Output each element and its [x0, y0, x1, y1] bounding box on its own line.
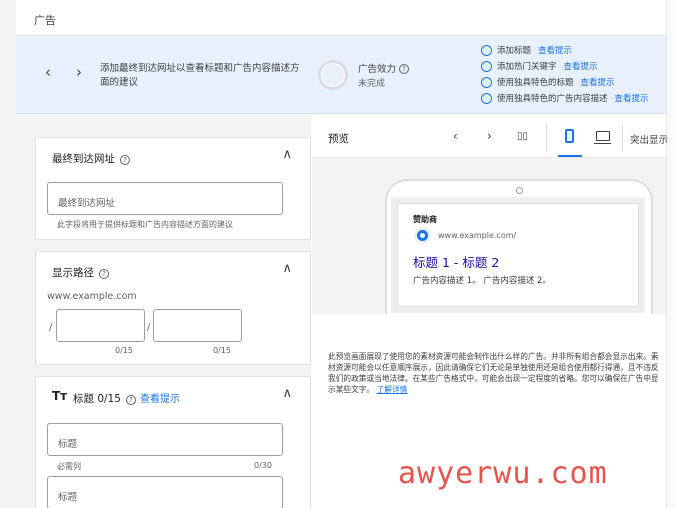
right-scroll-rail[interactable]: [666, 0, 676, 508]
preview-prev-button[interactable]: ‹: [453, 129, 458, 143]
final-url-title-text: 最终到达网址: [52, 153, 115, 165]
headline-input[interactable]: 标题: [47, 476, 283, 508]
banner-next-button[interactable]: ›: [71, 63, 87, 81]
page-title: 广告: [34, 14, 56, 27]
phone-preview-area: 赞助商 www.example.com/ 标题 1 - 标题 2 广告内容描述 …: [312, 158, 666, 314]
recommendation-banner: ‹ › 添加最终到达网址以查看标题和广告内容描述方面的建议 广告效力? 未完成 …: [16, 36, 666, 114]
ad-strength-label: 广告效力?: [358, 61, 410, 75]
headlines-title-text: 标题 0/15: [73, 393, 121, 405]
ad-preview-card: 赞助商 www.example.com/ 标题 1 - 标题 2 广告内容描述 …: [397, 203, 639, 307]
final-url-helper: 此字段将用于提供标题和广告内容描述方面的建议: [57, 220, 233, 229]
tip-link[interactable]: 查看提示: [538, 44, 572, 56]
ad-strength-ring-icon: [318, 60, 348, 90]
toolbar-divider: [546, 124, 547, 152]
preview-panel: 预览 ‹ › ▯▯ 突出显示 赞助商 www.example.com/ 标题 1…: [312, 115, 668, 508]
watermark-logo: awyerwu.com: [398, 456, 608, 491]
mobile-device-icon[interactable]: [565, 129, 574, 143]
help-icon[interactable]: ?: [99, 269, 109, 279]
radio-circle-icon[interactable]: [481, 60, 492, 72]
ad-strength-text: 广告效力: [358, 64, 397, 75]
display-domain: www.example.com: [47, 291, 137, 302]
tip-link[interactable]: 查看提示: [581, 76, 615, 88]
path2-input[interactable]: [153, 309, 242, 342]
radio-circle-icon[interactable]: [481, 76, 492, 88]
ad-description: 广告内容描述 1。 广告内容描述 2。: [413, 276, 551, 286]
tip-text: 添加标题: [497, 46, 532, 56]
tip-text: 使用独具特色的标题: [497, 78, 574, 88]
phone-frame: 赞助商 www.example.com/ 标题 1 - 标题 2 广告内容描述 …: [385, 179, 653, 314]
help-icon[interactable]: ?: [125, 395, 136, 405]
tip-item[interactable]: 使用独具特色的广告内容描述 查看提示: [481, 90, 649, 106]
preview-title: 预览: [328, 133, 349, 145]
preview-next-button[interactable]: ›: [487, 129, 492, 143]
display-path-title-text: 显示路径: [52, 267, 94, 279]
left-rail: [0, 0, 16, 508]
banner-prev-button[interactable]: ‹: [40, 63, 56, 81]
final-url-input[interactable]: 最终到达网址: [47, 182, 283, 215]
camera-icon: [516, 187, 523, 194]
headlines-card: Tт 标题 0/15? 查看提示 ∧ 标题 必需列 0/30 标题: [35, 376, 311, 508]
path2-counter: 0/15: [213, 346, 231, 355]
columns-icon[interactable]: ▯▯: [517, 131, 528, 142]
display-path-card: 显示路径? ∧ www.example.com / / 0/15 0/15: [35, 251, 311, 365]
radio-circle-icon[interactable]: [481, 92, 492, 104]
ad-strength-status: 未完成: [358, 79, 386, 89]
path1-input[interactable]: [56, 309, 145, 342]
tip-item[interactable]: 添加标题 查看提示: [481, 42, 649, 58]
radio-circle-icon[interactable]: [481, 44, 492, 56]
tip-list: 添加标题 查看提示 添加热门关键字 查看提示 使用独具特色的标题 查看提示 使用…: [481, 42, 649, 106]
collapse-chevron-icon[interactable]: ∧: [282, 261, 292, 276]
tip-item[interactable]: 添加热门关键字 查看提示: [481, 58, 649, 74]
ad-display-url: www.example.com/: [438, 231, 517, 240]
help-icon[interactable]: ?: [120, 155, 130, 165]
sponsor-label: 赞助商: [413, 215, 437, 224]
tip-text: 使用独具特色的广告内容描述: [497, 94, 608, 104]
headlines-title: 标题 0/15?: [73, 391, 136, 406]
form-column: 最终到达网址? ∧ 最终到达网址 此字段将用于提供标题和广告内容描述方面的建议 …: [16, 115, 311, 508]
ad-headline[interactable]: 标题 1 - 标题 2: [413, 252, 499, 271]
final-url-card: 最终到达网址? ∧ 最终到达网址 此字段将用于提供标题和广告内容描述方面的建议: [35, 137, 311, 240]
desktop-device-icon[interactable]: [594, 131, 611, 144]
collapse-chevron-icon[interactable]: ∧: [282, 147, 292, 162]
tip-text: 添加热门关键字: [497, 62, 557, 72]
globe-icon: [417, 230, 428, 241]
path1-counter: 0/15: [115, 346, 133, 355]
learn-more-link[interactable]: 了解详情: [377, 385, 408, 394]
toolbar-divider: [622, 124, 623, 152]
display-path-title: 显示路径?: [52, 265, 109, 280]
final-url-title: 最终到达网址?: [52, 151, 130, 166]
headline-required-label: 必需列: [57, 462, 81, 471]
tip-item[interactable]: 使用独具特色的标题 查看提示: [481, 74, 649, 90]
headline-counter: 0/30: [254, 461, 272, 470]
collapse-chevron-icon[interactable]: ∧: [282, 386, 292, 401]
help-icon[interactable]: ?: [399, 64, 410, 74]
headlines-tips-link[interactable]: 查看提示: [140, 390, 180, 405]
preview-disclaimer: 此预览画面展现了使用您的素材资源可能会制作出什么样的广告。并非所有组合都会显示出…: [328, 351, 664, 395]
text-format-icon: Tт: [52, 389, 68, 403]
path-separator: /: [147, 322, 151, 333]
highlight-toggle[interactable]: 突出显示: [630, 132, 668, 146]
tip-link[interactable]: 查看提示: [564, 60, 598, 72]
path-separator: /: [49, 322, 53, 333]
banner-message: 添加最终到达网址以查看标题和广告内容描述方面的建议: [100, 63, 300, 88]
headline-input[interactable]: 标题: [47, 423, 283, 456]
tip-link[interactable]: 查看提示: [615, 92, 649, 104]
